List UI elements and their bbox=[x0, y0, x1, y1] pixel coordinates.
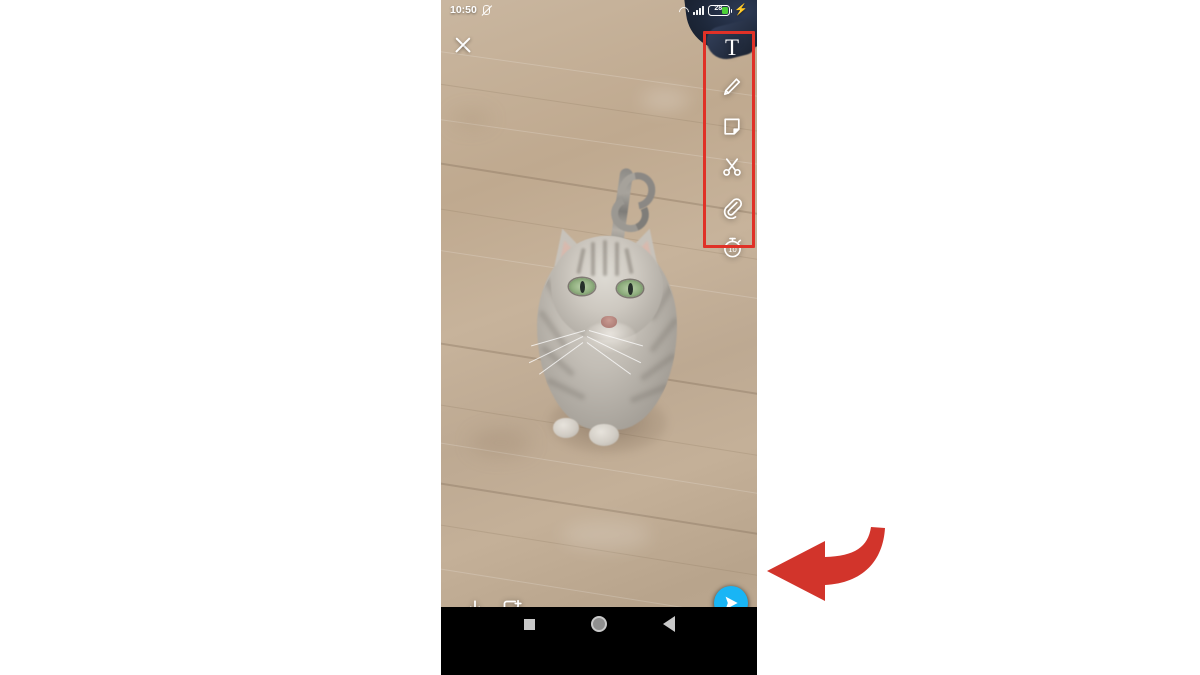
mute-crossed-icon bbox=[481, 4, 492, 16]
phone-screen: 10:50 28 ⚡ T 10 bbox=[441, 0, 757, 675]
wifi-icon bbox=[678, 5, 689, 15]
android-nav-bar bbox=[441, 607, 757, 641]
triangle-back-icon[interactable] bbox=[662, 616, 675, 632]
toolbar-highlight-box bbox=[703, 31, 755, 248]
screenshot-canvas: 10:50 28 ⚡ T 10 bbox=[0, 0, 1200, 675]
status-bar-right: 28 ⚡ bbox=[678, 3, 748, 16]
charging-bolt-icon: ⚡ bbox=[734, 3, 748, 16]
snap-editor-overlay: 10:50 28 ⚡ T 10 bbox=[441, 0, 757, 641]
circle-home-icon[interactable] bbox=[590, 616, 607, 632]
status-bar: 10:50 28 ⚡ bbox=[441, 0, 757, 20]
cellular-signal-icon bbox=[693, 5, 705, 15]
square-recents-icon[interactable] bbox=[523, 618, 535, 630]
curved-arrow-left-icon bbox=[767, 527, 885, 601]
status-time: 10:50 bbox=[450, 4, 477, 16]
battery-percent: 28 bbox=[714, 5, 723, 12]
close-x-icon[interactable] bbox=[452, 34, 474, 56]
annotation-arrow bbox=[767, 527, 885, 601]
status-bar-left: 10:50 bbox=[450, 4, 492, 16]
battery-icon: 28 bbox=[708, 4, 733, 16]
